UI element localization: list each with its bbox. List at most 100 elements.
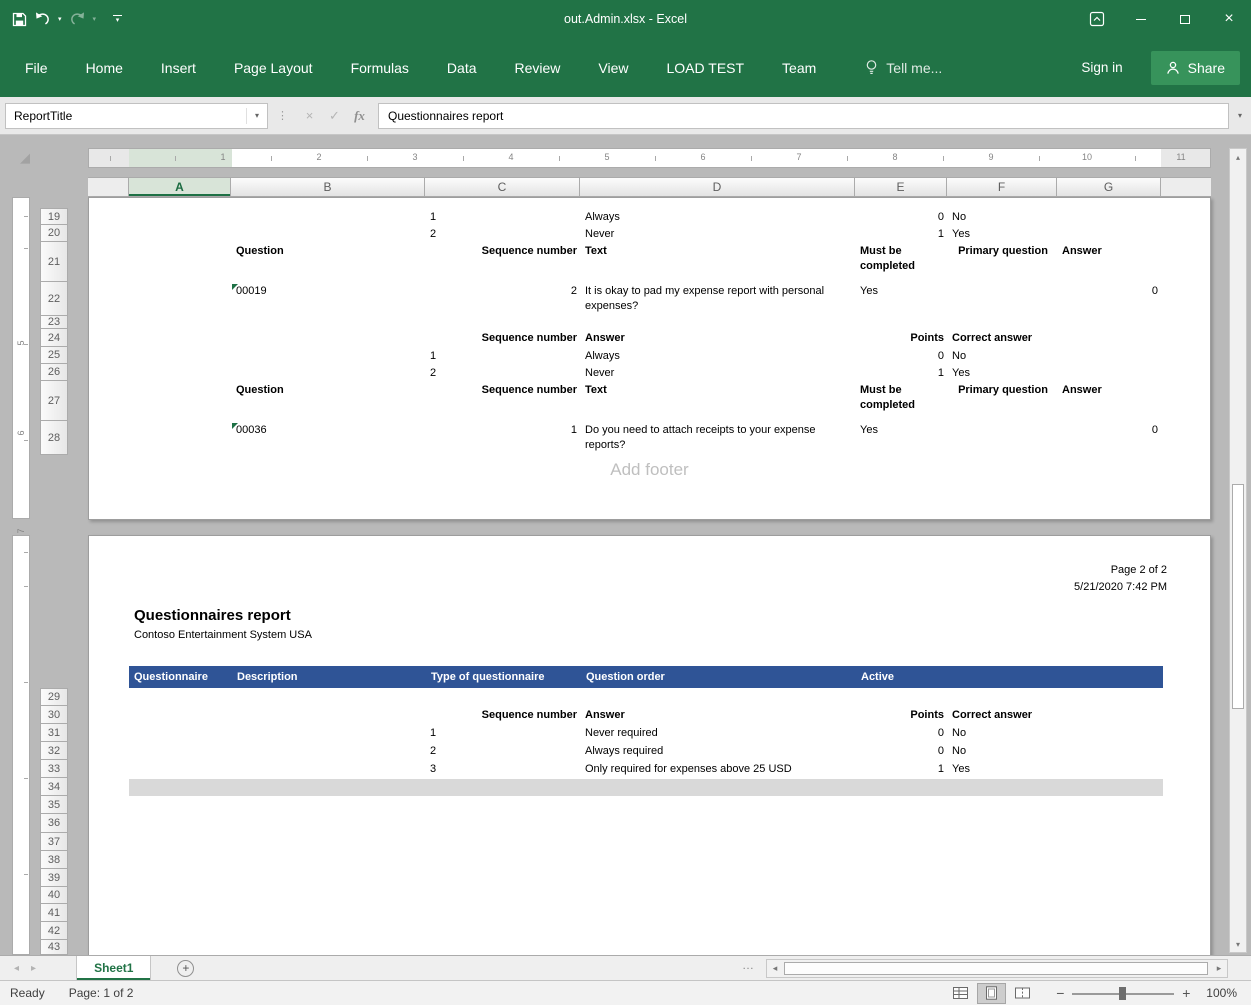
tab-formulas[interactable]: Formulas	[332, 60, 428, 76]
column-header-b[interactable]: B	[231, 178, 425, 196]
view-page-break-button[interactable]	[1008, 983, 1037, 1004]
undo-dropdown-icon[interactable]: ▾	[58, 15, 62, 23]
row-header-19[interactable]: 19	[40, 208, 68, 225]
undo-button[interactable]	[34, 11, 51, 27]
cell-points[interactable]: 0	[856, 348, 948, 365]
vertical-scroll-thumb[interactable]	[1232, 484, 1244, 709]
tab-insert[interactable]: Insert	[142, 60, 215, 76]
ribbon-display-options-button[interactable]	[1075, 0, 1119, 38]
page-header-area[interactable]: Page 2 of 2 5/21/2020 7:42 PM	[1074, 562, 1167, 596]
zoom-level-button[interactable]: 100%	[1206, 986, 1237, 1000]
row-header-37[interactable]: 37	[40, 833, 68, 851]
cell-points[interactable]: 0	[856, 725, 948, 742]
cell-question-id[interactable]: 00019	[232, 283, 426, 300]
cell-answer[interactable]: Never	[581, 226, 856, 243]
row-header-26[interactable]: 26	[40, 364, 68, 381]
col-description[interactable]: Description	[232, 666, 426, 688]
cell-points[interactable]: 1	[856, 761, 948, 778]
cell-answer[interactable]: Always	[581, 348, 856, 365]
hscroll-right-button[interactable]: ▸	[1211, 960, 1227, 977]
column-header-d[interactable]: D	[580, 178, 855, 196]
cell-answer[interactable]: Never	[581, 365, 856, 382]
header-answer[interactable]: Answer	[581, 707, 856, 724]
column-header-f[interactable]: F	[947, 178, 1057, 196]
tab-page-layout[interactable]: Page Layout	[215, 60, 332, 76]
name-box[interactable]: ReportTitle ▾	[5, 103, 268, 129]
view-normal-button[interactable]	[946, 983, 975, 1004]
cell-answer-value[interactable]: 0	[1058, 422, 1162, 439]
scroll-down-button[interactable]: ▾	[1230, 936, 1246, 952]
cell-correct[interactable]: Yes	[948, 365, 1058, 382]
row-header-20[interactable]: 20	[40, 225, 68, 242]
cell-sequence[interactable]: 2	[426, 283, 581, 300]
row-header-43[interactable]: 43	[40, 940, 68, 955]
cell-correct[interactable]: No	[948, 348, 1058, 365]
header-question[interactable]: Question	[232, 382, 426, 399]
cell-correct[interactable]: Yes	[948, 761, 1058, 778]
cell-question-id[interactable]: 00036	[232, 422, 426, 439]
column-header-g[interactable]: G	[1057, 178, 1161, 196]
header-points[interactable]: Points	[856, 707, 948, 724]
cell-correct[interactable]: Yes	[948, 226, 1058, 243]
horizontal-scroll-thumb[interactable]	[784, 962, 1208, 975]
customize-qat-button[interactable]: ▾	[113, 15, 122, 24]
cell-correct[interactable]: No	[948, 743, 1058, 760]
redo-button[interactable]	[69, 11, 86, 27]
row-header-30[interactable]: 30	[40, 706, 68, 724]
row-header-40[interactable]: 40	[40, 887, 68, 904]
cell-question-text[interactable]: It is okay to pad my expense report with…	[581, 283, 856, 315]
tab-load-test[interactable]: LOAD TEST	[648, 60, 764, 76]
row-header-33[interactable]: 33	[40, 760, 68, 778]
zoom-slider-handle[interactable]	[1119, 987, 1126, 1000]
header-sequence-number[interactable]: Sequence number	[426, 330, 581, 347]
add-sheet-button[interactable]: +	[177, 960, 194, 977]
horizontal-scrollbar[interactable]: ◂ ▸	[766, 959, 1228, 978]
report-title[interactable]: Questionnaires report	[134, 607, 291, 624]
row-header-42[interactable]: 42	[40, 922, 68, 940]
tell-me-box[interactable]: Tell me...	[865, 59, 942, 76]
formula-input[interactable]: Questionnaires report	[378, 103, 1229, 129]
save-button[interactable]	[12, 12, 27, 27]
row-header-38[interactable]: 38	[40, 851, 68, 869]
row-header-24[interactable]: 24	[40, 329, 68, 347]
tab-file[interactable]: File	[6, 60, 67, 76]
header-text[interactable]: Text	[581, 382, 856, 399]
header-must-be-completed[interactable]: Must be completed	[856, 382, 948, 414]
formula-bar-expand-button[interactable]: ▾	[1229, 111, 1251, 120]
row-header-23[interactable]: 23	[40, 316, 68, 329]
row-header-27[interactable]: 27	[40, 381, 68, 421]
header-answer[interactable]: Answer	[581, 330, 856, 347]
cell-sequence[interactable]: 2	[426, 743, 581, 760]
cell-answer[interactable]: Only required for expenses above 25 USD	[581, 761, 856, 778]
column-header-c[interactable]: C	[425, 178, 580, 196]
header-answer[interactable]: Answer	[1058, 243, 1162, 260]
row-header-22[interactable]: 22	[40, 282, 68, 316]
cell-answer[interactable]: Always	[581, 209, 856, 226]
column-header-a[interactable]: A	[128, 178, 231, 196]
tab-view[interactable]: View	[579, 60, 647, 76]
maximize-button[interactable]	[1163, 0, 1207, 38]
row-header-29[interactable]: 29	[40, 688, 68, 706]
cell-sequence[interactable]: 1	[426, 725, 581, 742]
sheet-nav-right-button[interactable]: ▸	[31, 956, 36, 980]
row-header-25[interactable]: 25	[40, 347, 68, 364]
cell-question-text[interactable]: Do you need to attach receipts to your e…	[581, 422, 856, 454]
hscroll-left-button[interactable]: ◂	[767, 960, 783, 977]
row-header-31[interactable]: 31	[40, 724, 68, 742]
report-subtitle[interactable]: Contoso Entertainment System USA	[134, 629, 312, 641]
cell-points[interactable]: 0	[856, 743, 948, 760]
cell-points[interactable]: 1	[856, 365, 948, 382]
enter-button[interactable]: ✓	[322, 108, 347, 124]
cell-sequence[interactable]: 2	[426, 365, 581, 382]
cell-correct[interactable]: No	[948, 725, 1058, 742]
header-question[interactable]: Question	[232, 243, 426, 260]
header-sequence-number[interactable]: Sequence number	[426, 382, 581, 399]
cell-points[interactable]: 1	[856, 226, 948, 243]
header-text[interactable]: Text	[581, 243, 856, 260]
cell-sequence[interactable]: 1	[426, 422, 581, 439]
header-sequence-number[interactable]: Sequence number	[426, 707, 581, 724]
vertical-scrollbar[interactable]: ▴ ▾	[1229, 148, 1247, 953]
tab-overflow-button[interactable]: …	[742, 958, 754, 972]
footer-placeholder[interactable]: Add footer	[89, 460, 1210, 480]
redo-dropdown-icon[interactable]: ▾	[93, 15, 97, 23]
